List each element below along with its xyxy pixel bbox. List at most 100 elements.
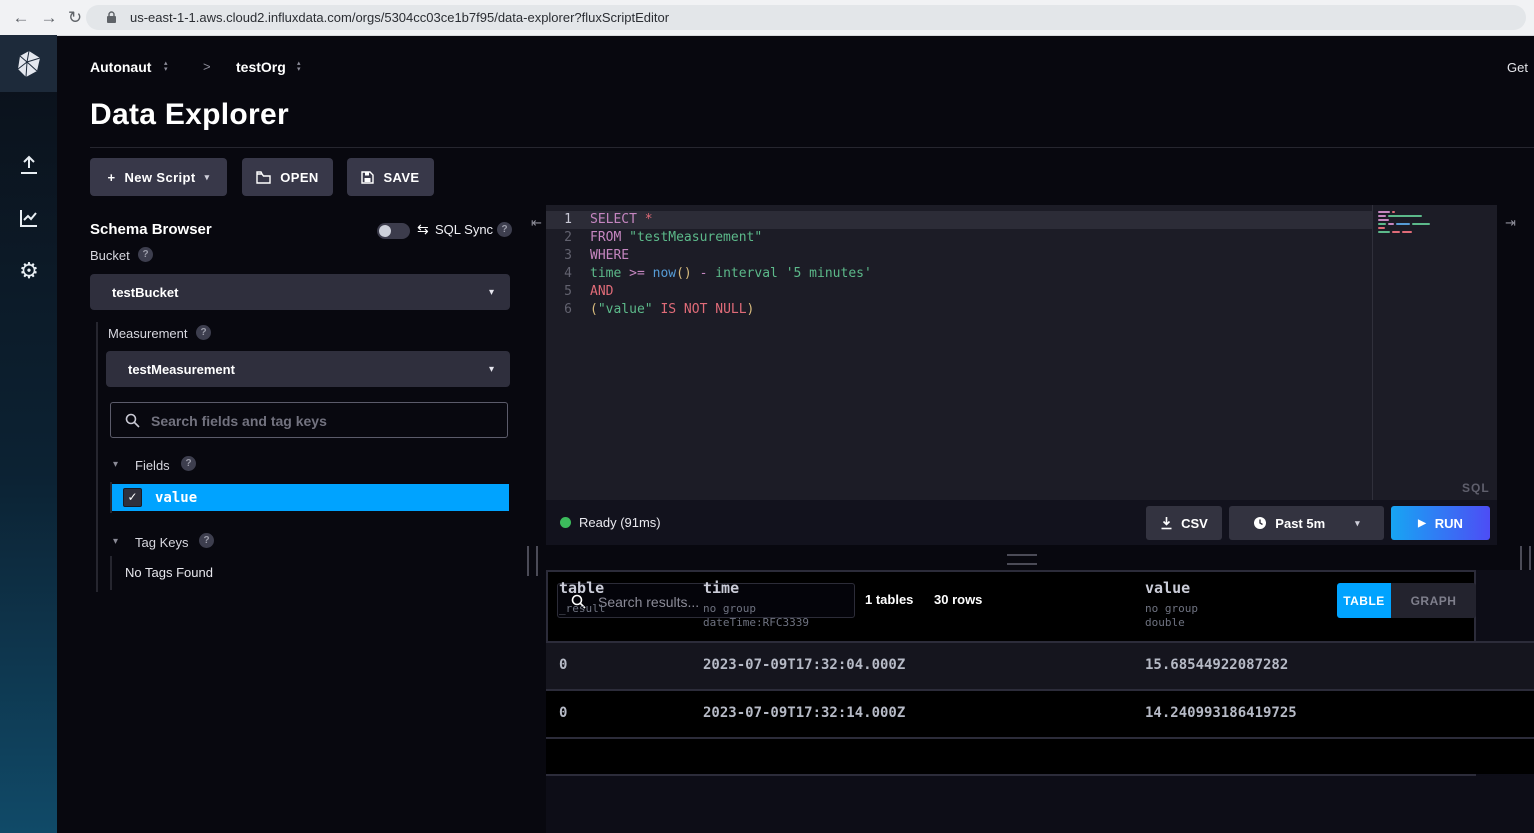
chevron-down-icon: ▾ bbox=[489, 287, 494, 298]
nav-sidebar: ⚙ ? bbox=[0, 35, 57, 833]
editor-minimap[interactable] bbox=[1378, 211, 1438, 235]
column-header-table: table _result bbox=[559, 579, 605, 616]
breadcrumb-separator: > bbox=[203, 59, 211, 74]
query-status-bar: Ready (91ms) CSV Past 5m ▾ ▶ RUN bbox=[546, 500, 1497, 545]
schema-search-input[interactable] bbox=[149, 403, 505, 439]
open-button[interactable]: OPEN bbox=[242, 158, 333, 196]
play-icon: ▶ bbox=[1418, 518, 1426, 529]
tag-keys-help-icon[interactable]: ? bbox=[199, 533, 214, 548]
suborg-switcher-icon[interactable]: ▴▾ bbox=[297, 61, 301, 73]
schema-search-box bbox=[110, 402, 508, 438]
browser-back-icon[interactable]: ← bbox=[8, 5, 34, 31]
measurement-label: Measurement bbox=[108, 326, 187, 341]
status-dot bbox=[560, 517, 571, 528]
lock-icon bbox=[106, 11, 117, 24]
floppy-icon bbox=[361, 171, 374, 184]
plus-icon: + bbox=[107, 170, 115, 185]
fields-chevron-icon[interactable]: ▾ bbox=[113, 459, 118, 470]
tab-graph[interactable]: GRAPH bbox=[1391, 583, 1476, 618]
clock-icon bbox=[1253, 516, 1267, 530]
tree-indent-line bbox=[110, 556, 112, 590]
code-line: 4time >= now() - interval '5 minutes' bbox=[546, 265, 1372, 283]
table-row-empty bbox=[546, 737, 1534, 774]
code-line: 2FROM "testMeasurement" bbox=[546, 229, 1372, 247]
line-number: 5 bbox=[546, 283, 590, 301]
csv-download-button[interactable]: CSV bbox=[1146, 506, 1222, 540]
breadcrumb-suborg[interactable]: testOrg bbox=[236, 59, 286, 75]
column-header-time: time no groupdateTime:RFC3339 bbox=[703, 579, 809, 630]
tree-indent-line bbox=[96, 322, 98, 592]
schema-browser-title: Schema Browser bbox=[90, 221, 212, 238]
upload-nav-icon[interactable] bbox=[17, 153, 41, 177]
chevron-down-icon: ▾ bbox=[205, 172, 210, 183]
line-number: 6 bbox=[546, 301, 590, 319]
sql-sync-help-icon[interactable]: ? bbox=[497, 222, 512, 237]
collapse-right-pane-icon[interactable]: ⇥ bbox=[1505, 215, 1516, 231]
table-row: 0 2023-07-09T17:32:14.000Z 14.2409931864… bbox=[546, 689, 1534, 737]
line-number: 1 bbox=[546, 211, 590, 229]
run-button[interactable]: ▶ RUN bbox=[1391, 506, 1490, 540]
tables-count: 1 tables bbox=[865, 592, 913, 607]
fields-label: Fields bbox=[135, 458, 170, 473]
chevron-down-icon: ▾ bbox=[1355, 518, 1360, 529]
browser-refresh-icon[interactable]: ↻ bbox=[62, 5, 88, 31]
tab-table[interactable]: TABLE bbox=[1337, 583, 1391, 618]
no-tags-text: No Tags Found bbox=[125, 565, 213, 580]
tag-keys-chevron-icon[interactable]: ▾ bbox=[113, 536, 118, 547]
field-value-row[interactable]: ✓ value bbox=[112, 484, 509, 511]
code-line: 3WHERE bbox=[546, 247, 1372, 265]
bucket-help-icon[interactable]: ? bbox=[138, 247, 153, 262]
title-divider bbox=[90, 147, 1534, 148]
save-button[interactable]: SAVE bbox=[347, 158, 434, 196]
editor-scrollbar[interactable] bbox=[1372, 205, 1373, 500]
chevron-down-icon: ▾ bbox=[489, 364, 494, 375]
influxdb-logo[interactable] bbox=[0, 35, 57, 92]
data-explorer-nav-icon[interactable] bbox=[17, 206, 41, 230]
line-number: 2 bbox=[546, 229, 590, 247]
sync-arrows-icon: ⇆ bbox=[417, 221, 429, 238]
line-number: 3 bbox=[546, 247, 590, 265]
sql-editor[interactable]: 1SELECT *2FROM "testMeasurement"3WHERE4t… bbox=[546, 205, 1497, 500]
rows-count: 30 rows bbox=[934, 592, 982, 607]
org-switcher-icon[interactable]: ▴▾ bbox=[164, 61, 168, 73]
editor-lines: 1SELECT *2FROM "testMeasurement"3WHERE4t… bbox=[546, 211, 1372, 319]
vertical-drag-handle[interactable] bbox=[527, 546, 538, 576]
table-row: 0 2023-07-09T17:32:04.000Z 15.6854492208… bbox=[546, 641, 1534, 689]
bucket-label: Bucket bbox=[90, 248, 130, 263]
horizontal-drag-handle[interactable] bbox=[1007, 554, 1037, 565]
field-value-label: value bbox=[155, 490, 197, 506]
cube-logo-icon bbox=[16, 50, 42, 78]
collapse-left-pane-icon[interactable]: ⇤ bbox=[531, 215, 542, 231]
line-number: 4 bbox=[546, 265, 590, 283]
results-pane: 1 tables 30 rows TABLE GRAPH table _resu… bbox=[546, 570, 1534, 833]
new-script-button[interactable]: + New Script ▾ bbox=[90, 158, 227, 196]
sql-sync-toggle[interactable] bbox=[377, 223, 410, 239]
column-header-value: value no groupdouble bbox=[1145, 579, 1198, 630]
address-bar[interactable]: us-east-1-1.aws.cloud2.influxdata.com/or… bbox=[86, 5, 1526, 30]
toggle-knob bbox=[379, 225, 391, 237]
status-text: Ready (91ms) bbox=[579, 515, 661, 530]
measurement-dropdown[interactable]: testMeasurement ▾ bbox=[106, 351, 510, 387]
code-line: 5AND bbox=[546, 283, 1372, 301]
time-range-dropdown[interactable]: Past 5m ▾ bbox=[1229, 506, 1384, 540]
settings-gear-icon[interactable]: ⚙ bbox=[17, 259, 41, 283]
checkbox-checked-icon[interactable]: ✓ bbox=[123, 488, 142, 507]
page-title: Data Explorer bbox=[90, 98, 289, 132]
fields-help-icon[interactable]: ? bbox=[181, 456, 196, 471]
view-tabs: TABLE GRAPH bbox=[1337, 583, 1476, 618]
sql-sync-label: SQL Sync bbox=[435, 222, 493, 237]
download-icon bbox=[1160, 516, 1173, 530]
bucket-dropdown[interactable]: testBucket ▾ bbox=[90, 274, 510, 310]
folder-icon bbox=[256, 171, 271, 184]
browser-forward-icon[interactable]: → bbox=[36, 5, 62, 31]
code-line: 1SELECT * bbox=[546, 211, 1372, 229]
language-badge: SQL bbox=[1462, 481, 1490, 495]
url-text: us-east-1-1.aws.cloud2.influxdata.com/or… bbox=[130, 10, 669, 25]
get-started-link[interactable]: Get bbox=[1507, 60, 1528, 75]
code-line: 6("value" IS NOT NULL) bbox=[546, 301, 1372, 319]
search-icon bbox=[125, 413, 140, 428]
tag-keys-label: Tag Keys bbox=[135, 535, 188, 550]
measurement-help-icon[interactable]: ? bbox=[196, 325, 211, 340]
breadcrumb-org[interactable]: Autonaut bbox=[90, 59, 151, 75]
browser-chrome: ← → ↻ us-east-1-1.aws.cloud2.influxdata.… bbox=[0, 0, 1534, 36]
